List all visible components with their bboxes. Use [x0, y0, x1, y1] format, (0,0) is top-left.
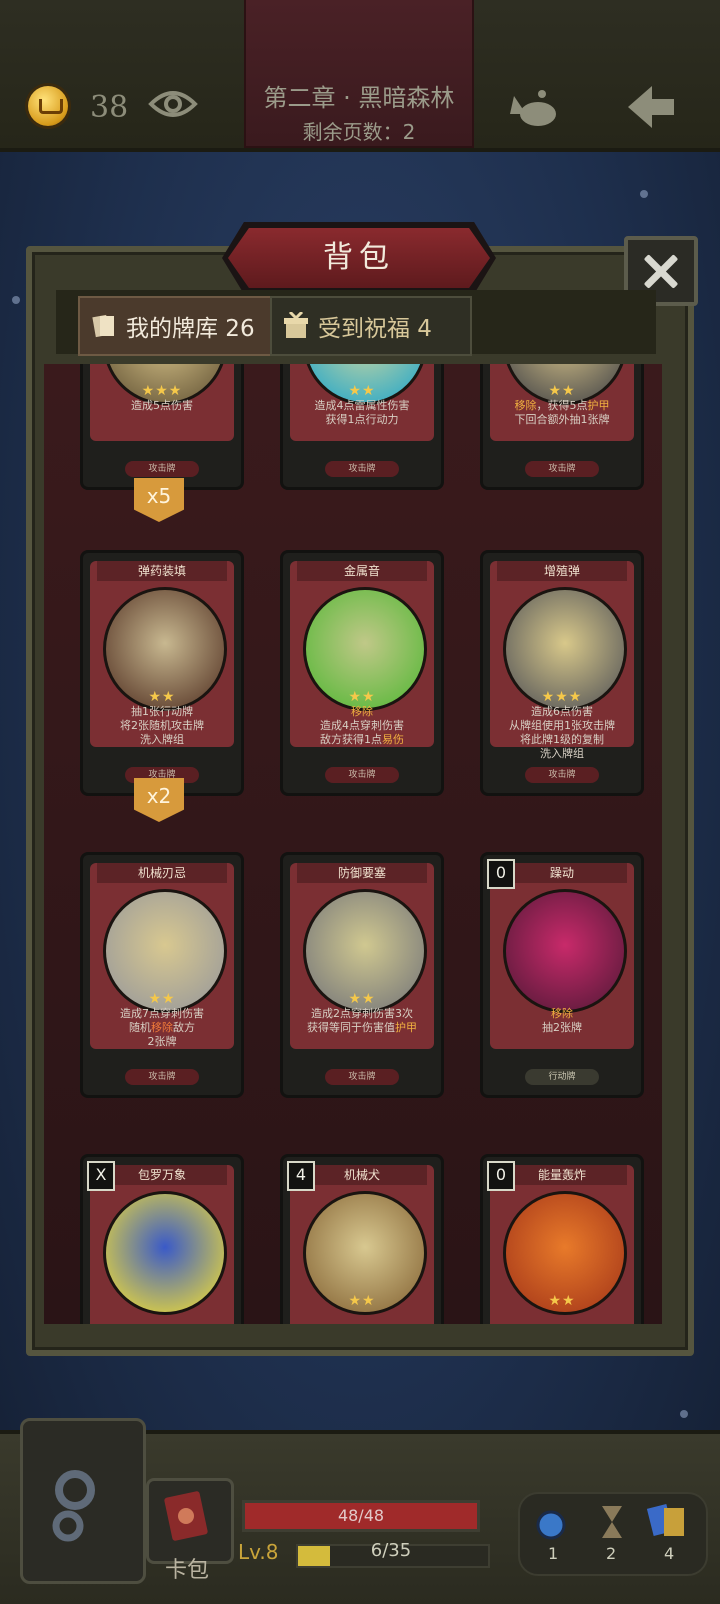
card-description: 造成4点雷属性伤害 获得1点行动力: [314, 399, 410, 426]
card-type: 攻击牌: [325, 1069, 399, 1085]
card-description: 造成7点穿刺伤害 随机移除敌方 2张牌: [120, 1007, 204, 1048]
card-type: 攻击牌: [325, 461, 399, 477]
tab-my-deck-label: 我的牌库 26: [126, 316, 255, 342]
card-description: 造成6点伤害 从牌组使用1张攻击牌 将此牌1级的复制 洗入牌组: [509, 705, 615, 760]
card-cost: X: [87, 1161, 115, 1191]
card-type: 攻击牌: [525, 767, 599, 783]
card[interactable]: 弹药装填 ★★ 抽1张行动牌 将2张随机攻击牌 洗入牌组 攻击牌: [80, 550, 244, 796]
card-pack-icon: [164, 1491, 208, 1541]
snowflake: [680, 1410, 688, 1418]
tab-blessings-label: 受到祝福 4: [318, 316, 432, 342]
card-cost: 0: [487, 859, 515, 889]
card-stars: ★★: [348, 383, 376, 399]
card-description: [493, 1309, 631, 1324]
card-description: [293, 1309, 431, 1324]
card-cost: 4: [287, 1161, 315, 1191]
card-description: 移除，获得5点护甲 下回合额外抽1张牌: [514, 399, 610, 426]
card[interactable]: 金属音 ★★ 移除 造成4点穿刺伤害 敌方获得1点易伤攻击牌: [280, 550, 444, 796]
coin-count: 38: [90, 90, 129, 125]
card-name: 机械犬: [297, 1165, 427, 1185]
card-stars: ★★: [148, 991, 176, 1007]
card-stars: ★★★: [541, 689, 583, 705]
gift-icon: [284, 312, 308, 338]
card-name: 增殖弹: [497, 561, 627, 581]
card-stars: ★★★: [141, 383, 183, 399]
card-type: 攻击牌: [125, 461, 199, 477]
card-type: 攻击牌: [325, 767, 399, 783]
card-type: 行动牌: [525, 1069, 599, 1085]
hp-text: 48/48: [337, 1506, 385, 1525]
snowflake: [640, 190, 648, 198]
tab-blessings[interactable]: 受到祝福 4: [270, 296, 472, 356]
card-pack-label: 卡包: [164, 1558, 209, 1583]
card-count-badge: x2: [134, 778, 184, 822]
card-art: [103, 1191, 227, 1315]
card[interactable]: 机械犬 4 ★★: [280, 1154, 444, 1324]
chapter-banner: 第二章 · 黑暗森林 剩余页数：2: [244, 0, 474, 148]
snowflake: [12, 296, 20, 304]
card[interactable]: 增殖弹 ★★★ 造成6点伤害 从牌组使用1张攻击牌 将此牌1级的复制 洗入牌组攻击牌: [480, 550, 644, 796]
card[interactable]: 包罗万象 X: [80, 1154, 244, 1324]
card-name: 躁动: [497, 863, 627, 883]
panel-title: 背包: [323, 240, 395, 275]
card-name: 机械刃忌: [97, 863, 227, 883]
card-type: 攻击牌: [525, 461, 599, 477]
card-name: 金属音: [297, 561, 427, 581]
tab-my-deck[interactable]: 我的牌库 26: [78, 296, 276, 356]
card-cost: 0: [487, 1161, 515, 1191]
bomb-icon[interactable]: [534, 1506, 568, 1540]
card-name: 弹药装填: [97, 561, 227, 581]
card-name: 防御要塞: [297, 863, 427, 883]
xp-text: 6/35: [370, 1540, 412, 1561]
card-stars: ★★: [148, 689, 176, 705]
card[interactable]: ★★ 移除，获得5点护甲 下回合额外抽1张牌攻击牌: [480, 364, 644, 490]
card-description: 抽1张行动牌 将2张随机攻击牌 洗入牌组: [120, 705, 204, 746]
card-description: [93, 1309, 231, 1324]
card[interactable]: 能量轰炸 0 ★★: [480, 1154, 644, 1324]
card-description: 造成5点伤害: [131, 399, 193, 412]
card-count-badge: x5: [134, 478, 184, 522]
gear-icon[interactable]: [40, 1460, 110, 1550]
card-description: 移除 造成4点穿刺伤害 敌方获得1点易伤: [320, 705, 404, 746]
back-arrow-icon[interactable]: [624, 82, 678, 132]
card[interactable]: ★★★ 造成5点伤害 攻击牌: [80, 364, 244, 490]
card-art: [503, 889, 627, 1013]
hourglass-icon[interactable]: [598, 1504, 626, 1540]
cards-item-icon[interactable]: [646, 1502, 690, 1540]
card-type: 攻击牌: [125, 1069, 199, 1085]
cauldron-icon[interactable]: [508, 84, 562, 128]
card[interactable]: 机械刃忌 ★★ 造成7点穿刺伤害 随机移除敌方 2张牌攻击牌: [80, 852, 244, 1098]
card-stars: ★★: [548, 1293, 576, 1309]
card-stars: ★★: [548, 383, 576, 399]
pages-left: 剩余页数：2: [302, 120, 416, 144]
card-grid: ★★★ 造成5点伤害 攻击牌 ★★ 造成4点雷属性伤害 获得1点行动力 攻击牌 ★★ 移除，获得…: [44, 364, 662, 1324]
item-count-hourglass: 2: [606, 1544, 617, 1563]
card-description: 造成2点穿刺伤害3次 获得等同于伤害值护甲: [307, 1007, 417, 1034]
card-stars: ★★: [348, 991, 376, 1007]
card-name: 能量轰炸: [497, 1165, 627, 1185]
player-level: Lv.8: [238, 1540, 279, 1564]
item-count-bomb: 1: [548, 1544, 559, 1563]
card-description: 移除 抽2张牌: [542, 1007, 582, 1034]
card[interactable]: 防御要塞 ★★ 造成2点穿刺伤害3次 获得等同于伤害值护甲攻击牌: [280, 852, 444, 1098]
item-count-cards: 4: [664, 1544, 675, 1563]
card-stars: ★★: [348, 689, 376, 705]
coin-icon: [28, 86, 68, 126]
card[interactable]: 躁动 0 移除 抽2张牌行动牌: [480, 852, 644, 1098]
card-name: 包罗万象: [97, 1165, 227, 1185]
card-stars: ★★: [348, 1293, 376, 1309]
chapter-title: 第二章 · 黑暗森林: [263, 84, 455, 112]
cards-icon: [92, 314, 114, 338]
card[interactable]: ★★ 造成4点雷属性伤害 获得1点行动力攻击牌: [280, 364, 444, 490]
eye-icon[interactable]: [148, 86, 198, 122]
